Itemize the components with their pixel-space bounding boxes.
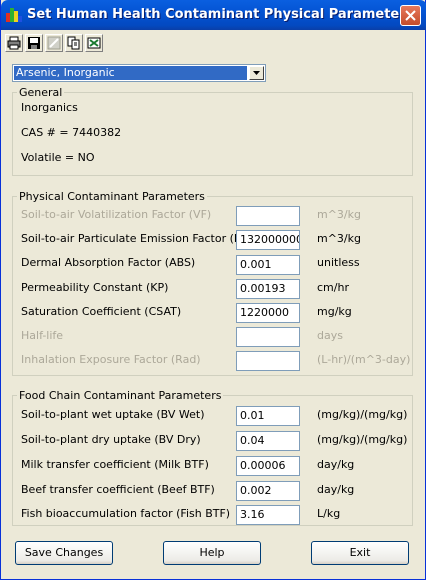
csat-input[interactable]: 1220000 (236, 303, 300, 323)
beef-btf-input[interactable]: 0.002 (236, 481, 300, 501)
abs-unit: unitless (317, 256, 360, 269)
milk-btf-label: Milk transfer coefficient (Milk BTF) (21, 458, 209, 471)
fish-btf-unit: L/kg (317, 507, 341, 520)
rad-unit: (L-hr)/(m^3-day) (317, 353, 411, 366)
kp-label: Permeability Constant (KP) (21, 281, 169, 294)
print-button[interactable] (5, 34, 23, 52)
print-icon (7, 36, 21, 50)
physical-legend: Physical Contaminant Parameters (19, 190, 205, 203)
contaminant-select-value: Arsenic, Inorganic (14, 66, 247, 80)
window-title: Set Human Health Contaminant Physical Pa… (27, 7, 414, 22)
fish-btf-label: Fish bioaccumulation factor (Fish BTF) (21, 507, 231, 520)
copy-button[interactable] (65, 34, 83, 52)
half-life-label: Half-life (21, 329, 64, 342)
close-button[interactable] (400, 5, 421, 26)
rad-label: Inhalation Exposure Factor (Rad) (21, 353, 201, 366)
half-life-unit: days (317, 329, 343, 342)
help-button[interactable]: Help (163, 541, 261, 565)
exit-button[interactable]: Exit (311, 541, 409, 565)
export-icon (87, 37, 101, 49)
save-icon (28, 37, 40, 49)
title-bar[interactable]: Set Human Health Contaminant Physical Pa… (1, 0, 426, 30)
save-changes-button[interactable]: Save Changes (15, 541, 113, 565)
dialog-window: Set Human Health Contaminant Physical Pa… (0, 0, 426, 580)
rad-input (236, 351, 300, 371)
vf-unit: m^3/kg (317, 208, 361, 221)
save-button-toolbar[interactable] (25, 34, 43, 52)
contaminant-select[interactable]: Arsenic, Inorganic (12, 64, 266, 82)
milk-btf-input[interactable]: 0.00006 (236, 456, 300, 476)
food-chain-legend: Food Chain Contaminant Parameters (19, 389, 222, 402)
edit-icon (47, 36, 61, 50)
edit-button[interactable] (45, 34, 63, 52)
app-icon (6, 8, 22, 22)
export-button[interactable] (85, 34, 103, 52)
beef-btf-unit: day/kg (317, 483, 355, 496)
dropdown-arrow-button[interactable] (249, 66, 264, 80)
csat-label: Saturation Coefficient (CSAT) (21, 305, 182, 318)
pef-label: Soil-to-air Particulate Emission Factor … (21, 232, 259, 245)
beef-btf-label: Beef transfer coefficient (Beef BTF) (21, 483, 215, 496)
copy-icon (67, 36, 80, 50)
pef-input[interactable]: 132000000 (236, 230, 300, 250)
kp-unit: cm/hr (317, 281, 349, 294)
half-life-input (236, 327, 300, 347)
vf-label: Soil-to-air Volatilization Factor (VF) (21, 208, 212, 221)
bv-wet-input[interactable]: 0.01 (236, 406, 300, 426)
vf-input (236, 206, 300, 226)
fish-btf-input[interactable]: 3.16 (236, 505, 300, 525)
csat-unit: mg/kg (317, 305, 352, 318)
bv-dry-unit: (mg/kg)/(mg/kg) (317, 433, 408, 446)
general-legend: General (19, 86, 63, 99)
cas-number: CAS # = 7440382 (21, 126, 122, 139)
close-icon (405, 10, 416, 21)
volatile-status: Volatile = NO (21, 151, 95, 164)
abs-input[interactable]: 0.001 (236, 255, 300, 275)
bv-dry-label: Soil-to-plant dry uptake (BV Dry) (21, 433, 201, 446)
bv-wet-unit: (mg/kg)/(mg/kg) (317, 408, 408, 421)
bv-wet-label: Soil-to-plant wet uptake (BV Wet) (21, 408, 205, 421)
milk-btf-unit: day/kg (317, 458, 355, 471)
abs-label: Dermal Absorption Factor (ABS) (21, 256, 196, 269)
pef-unit: m^3/kg (317, 232, 361, 245)
chevron-down-icon (253, 71, 260, 75)
contaminant-class: Inorganics (21, 101, 78, 114)
kp-input[interactable]: 0.00193 (236, 279, 300, 299)
bv-dry-input[interactable]: 0.04 (236, 431, 300, 451)
